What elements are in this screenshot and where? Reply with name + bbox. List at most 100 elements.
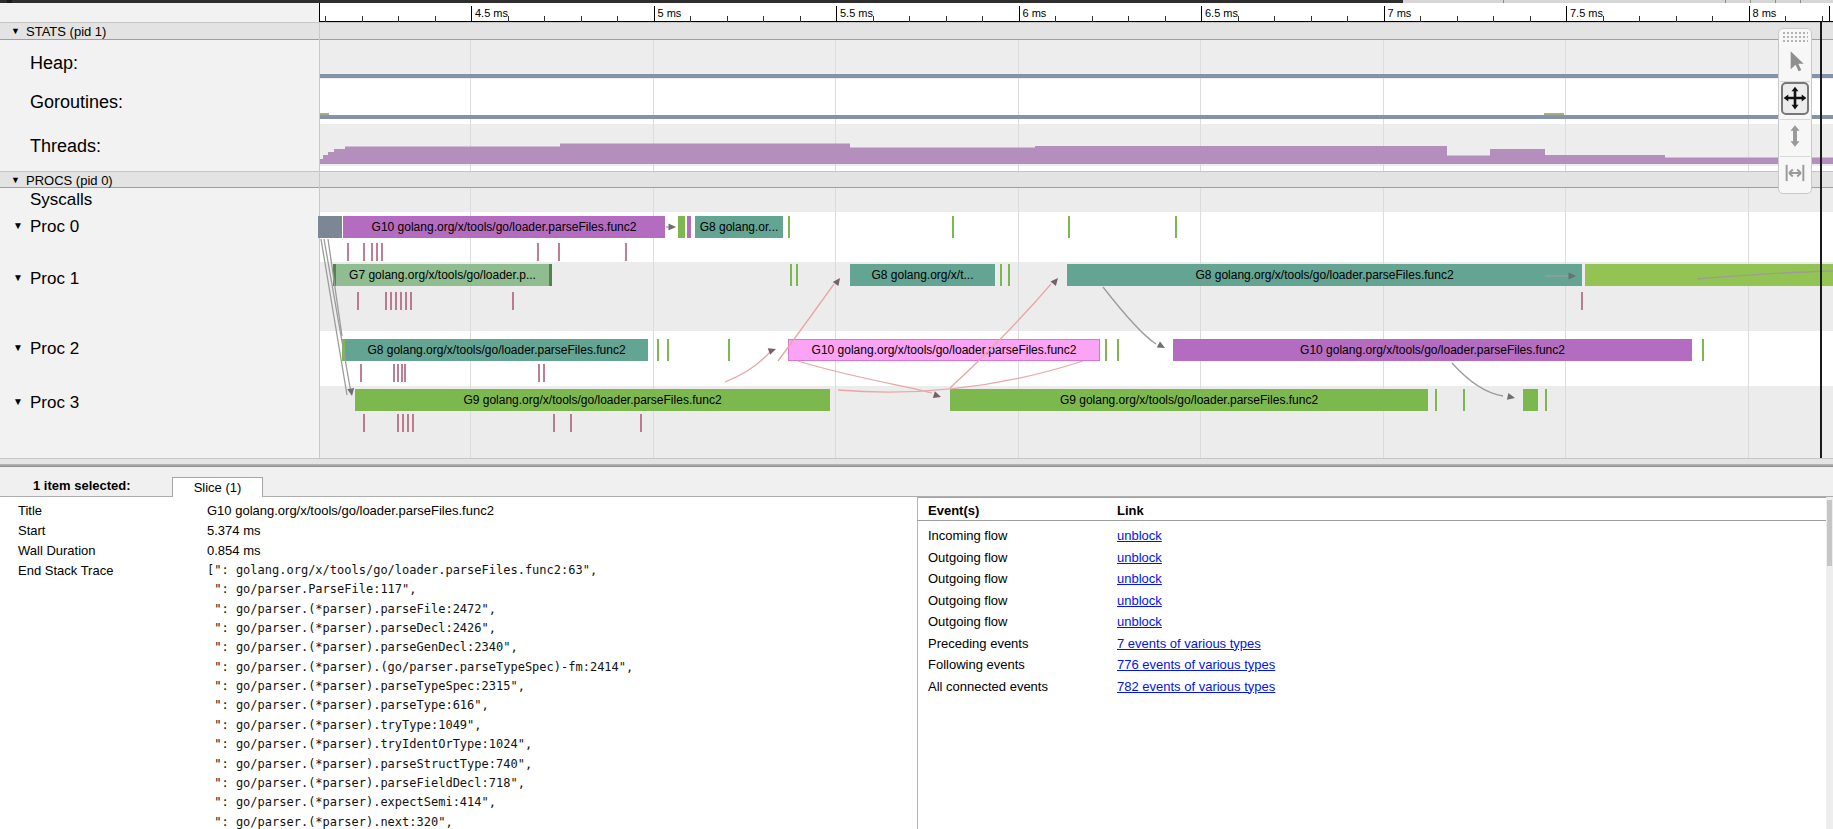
trace-slice[interactable]: G10 golang.org/x/tools/go/loader.parseFi… (1173, 339, 1692, 361)
instant-event-mark[interactable] (796, 264, 798, 286)
trace-slice[interactable]: G7 golang.org/x/tools/go/loader.p... (336, 264, 549, 286)
instant-event-mark[interactable] (1545, 389, 1547, 411)
flow-event-tick[interactable] (640, 414, 642, 432)
trace-slice[interactable]: G8 golang.or... (695, 216, 783, 238)
flow-event-tick[interactable] (1581, 292, 1583, 310)
event-link[interactable]: unblock (1117, 571, 1162, 586)
stack-trace-line: ": go/parser.(*parser).parseFile:2472", (207, 602, 496, 616)
instant-event-mark[interactable] (1105, 339, 1107, 361)
flow-event-tick[interactable] (363, 414, 365, 432)
trace-slice[interactable] (1585, 264, 1833, 286)
proc-collapse-arrow-icon[interactable]: ▼ (13, 396, 23, 407)
events-header: Event(s) (928, 503, 979, 518)
flow-event-tick[interactable] (402, 414, 404, 432)
instant-event-mark[interactable] (1435, 389, 1437, 411)
trace-slice[interactable] (318, 216, 342, 238)
instant-event-mark[interactable] (1000, 264, 1002, 286)
trace-slice[interactable]: G8 golang.org/x/t... (850, 264, 995, 286)
slice-tab[interactable]: Slice (1) (172, 477, 263, 497)
flow-event-tick[interactable] (543, 364, 545, 382)
collapse-arrow-icon[interactable]: ▼ (11, 26, 20, 36)
collapse-arrow-icon[interactable]: ▼ (11, 175, 20, 185)
flow-event-tick[interactable] (404, 364, 406, 382)
proc-row-label: Proc 1 (30, 269, 79, 289)
detail-field-value: G10 golang.org/x/tools/go/loader.parseFi… (207, 503, 494, 518)
proc-collapse-arrow-icon[interactable]: ▼ (13, 220, 23, 231)
flow-event-tick[interactable] (381, 243, 383, 261)
flow-event-tick[interactable] (412, 414, 414, 432)
flow-event-tick[interactable] (397, 414, 399, 432)
flow-event-tick[interactable] (363, 243, 365, 261)
instant-event-mark[interactable] (728, 339, 730, 361)
stack-trace-line: ": go/parser.(*parser).parseDecl:2426", (207, 621, 496, 635)
flow-event-tick[interactable] (553, 414, 555, 432)
flow-event-tick[interactable] (405, 292, 407, 310)
flow-event-tick[interactable] (357, 292, 359, 310)
details-scrollbar-thumb[interactable] (1827, 500, 1832, 566)
trace-slice[interactable]: G10 golang.org/x/tools/go/loader.parseFi… (788, 339, 1100, 361)
flow-event-tick[interactable] (537, 243, 539, 261)
slice-label: G9 golang.org/x/tools/go/loader.parseFil… (355, 389, 830, 411)
event-link[interactable]: unblock (1117, 550, 1162, 565)
event-row-label: Outgoing flow (928, 550, 1008, 565)
flow-event-tick[interactable] (360, 364, 362, 382)
detail-field-label: Start (18, 523, 45, 538)
ruler-major-tick (1019, 6, 1020, 22)
trace-slice[interactable] (549, 264, 552, 286)
flow-event-tick[interactable] (385, 292, 387, 310)
trace-slice[interactable] (678, 216, 685, 238)
flow-event-tick[interactable] (390, 292, 392, 310)
stats-section-header[interactable] (0, 22, 1833, 40)
instant-event-mark[interactable] (1463, 389, 1465, 411)
tool-panel-drag-handle[interactable] (1782, 31, 1808, 42)
flow-event-tick[interactable] (512, 292, 514, 310)
instant-event-mark[interactable] (1008, 264, 1010, 286)
flow-event-tick[interactable] (397, 364, 399, 382)
event-link[interactable]: 776 events of various types (1117, 657, 1275, 672)
event-link[interactable]: 782 events of various types (1117, 679, 1275, 694)
event-link[interactable]: unblock (1117, 528, 1162, 543)
flow-event-tick[interactable] (401, 364, 403, 382)
instant-event-mark[interactable] (667, 339, 669, 361)
instant-event-mark[interactable] (1702, 339, 1704, 361)
flow-event-tick[interactable] (538, 364, 540, 382)
procs-section-header-title: PROCS (pid 0) (26, 173, 113, 188)
instant-event-mark[interactable] (790, 264, 792, 286)
flow-event-tick[interactable] (625, 243, 627, 261)
flow-event-tick[interactable] (395, 292, 397, 310)
trace-slice[interactable] (687, 216, 691, 238)
flow-event-tick[interactable] (376, 243, 378, 261)
flow-event-tick[interactable] (393, 364, 395, 382)
instant-event-mark[interactable] (1068, 216, 1070, 238)
flow-event-tick[interactable] (371, 243, 373, 261)
trace-slice[interactable]: G8 golang.org/x/tools/go/loader.parseFil… (345, 339, 648, 361)
ruler-major-label: 4.5 ms (475, 7, 508, 19)
slice-label: G10 golang.org/x/tools/go/loader.parseFi… (789, 340, 1099, 360)
flow-event-tick[interactable] (410, 292, 412, 310)
trace-slice[interactable]: G8 golang.org/x/tools/go/loader.parseFil… (1067, 264, 1582, 286)
ruler-major-label: 8 ms (1753, 7, 1777, 19)
proc-collapse-arrow-icon[interactable]: ▼ (13, 272, 23, 283)
flow-event-tick[interactable] (347, 243, 349, 261)
timeline-ruler[interactable] (319, 3, 1833, 21)
event-link[interactable]: unblock (1117, 593, 1162, 608)
trace-slice[interactable]: G9 golang.org/x/tools/go/loader.parseFil… (355, 389, 830, 411)
instant-event-mark[interactable] (1175, 216, 1177, 238)
detail-field-label: Title (18, 503, 42, 518)
flow-event-tick[interactable] (570, 414, 572, 432)
procs-section-header[interactable] (0, 171, 1833, 188)
trace-slice[interactable]: G10 golang.org/x/tools/go/loader.parseFi… (343, 216, 665, 238)
instant-event-mark[interactable] (1117, 339, 1119, 361)
trace-slice[interactable] (1523, 389, 1538, 411)
instant-event-mark[interactable] (788, 216, 790, 238)
event-link[interactable]: unblock (1117, 614, 1162, 629)
flow-event-tick[interactable] (558, 243, 560, 261)
pan-tool-icon (1782, 85, 1808, 111)
instant-event-mark[interactable] (657, 339, 659, 361)
flow-event-tick[interactable] (400, 292, 402, 310)
flow-event-tick[interactable] (407, 414, 409, 432)
trace-slice[interactable]: G9 golang.org/x/tools/go/loader.parseFil… (950, 389, 1428, 411)
instant-event-mark[interactable] (952, 216, 954, 238)
event-link[interactable]: 7 events of various types (1117, 636, 1261, 651)
proc-collapse-arrow-icon[interactable]: ▼ (13, 342, 23, 353)
